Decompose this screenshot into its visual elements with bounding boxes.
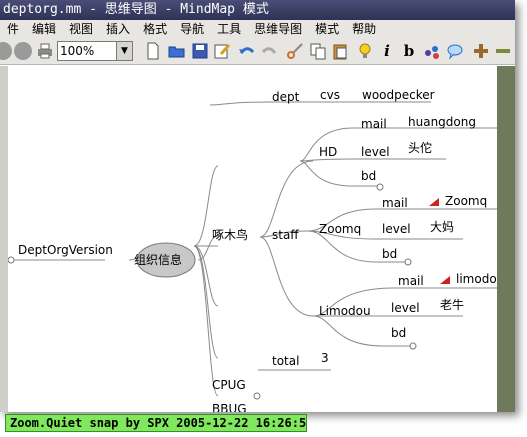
node-hd-level-value[interactable]: 头佗 [408, 141, 432, 155]
forward-icon[interactable] [14, 42, 32, 60]
lightbulb-icon[interactable] [356, 42, 374, 60]
cut-icon[interactable] [287, 42, 305, 60]
save-icon[interactable] [191, 42, 209, 60]
menu-edit[interactable]: 编辑 [25, 20, 62, 38]
node-hd-mail[interactable]: mail [361, 117, 387, 131]
node-limodou-level[interactable]: level [391, 301, 420, 315]
print-icon[interactable] [36, 42, 54, 60]
toolbar: 100% ▼ i b [0, 38, 515, 65]
chevron-down-icon[interactable]: ▼ [116, 42, 132, 60]
node-cvs-value[interactable]: woodpecker [362, 88, 435, 102]
comment-icon[interactable] [446, 42, 464, 60]
node-hd-bd[interactable]: bd [361, 169, 376, 183]
zoom-value: 100% [60, 44, 95, 58]
link-icon[interactable] [428, 197, 440, 207]
node-hd-mail-value[interactable]: huangdong [408, 115, 476, 129]
menu-bar: 件编辑 视图 插入 格式 导航 工具 思维导图 模式 帮助 [0, 20, 515, 38]
status-caption: Zoom.Quiet snap by SPX 2005-12-22 16:26:… [5, 414, 307, 432]
node-limodou-level-value[interactable]: 老牛 [440, 298, 464, 312]
node-cpug[interactable]: CPUG [212, 378, 246, 392]
menu-format[interactable]: 格式 [136, 20, 173, 38]
italic-icon[interactable]: i [378, 42, 396, 60]
edit-icon[interactable] [213, 42, 231, 60]
link-icon[interactable] [439, 275, 451, 285]
vertical-scrollbar[interactable] [497, 66, 515, 412]
node-staff[interactable]: staff [272, 228, 299, 242]
undo-icon[interactable] [238, 42, 256, 60]
node-zoomq[interactable]: Zoomq [319, 222, 361, 236]
bold-icon[interactable]: b [400, 42, 418, 60]
add-icon[interactable] [472, 42, 490, 60]
menu-mindmap[interactable]: 思维导图 [247, 20, 308, 38]
window-title: deptorg.mm - 思维导图 - MindMap 模式 [0, 0, 515, 20]
back-icon[interactable] [0, 42, 12, 60]
menu-tools[interactable]: 工具 [210, 20, 247, 38]
node-hd[interactable]: HD [319, 145, 337, 159]
node-total-value[interactable]: 3 [321, 351, 329, 365]
node-limodou-mail[interactable]: mail [398, 274, 424, 288]
new-file-icon[interactable] [144, 42, 162, 60]
remove-icon[interactable] [494, 42, 512, 60]
node-zoomq-level-value[interactable]: 大妈 [430, 220, 454, 234]
node-dept[interactable]: dept [272, 90, 299, 104]
cloud-icon[interactable] [423, 42, 441, 60]
node-woodpecker[interactable]: 啄木鸟 [212, 228, 248, 242]
node-zoomq-level[interactable]: level [382, 222, 411, 236]
menu-file[interactable]: 件 [0, 20, 25, 38]
node-hd-level[interactable]: level [361, 145, 390, 159]
redo-icon[interactable] [260, 42, 278, 60]
menu-navigate[interactable]: 导航 [173, 20, 210, 38]
node-zoomq-mail-value[interactable]: Zoomq [445, 194, 487, 208]
node-center[interactable]: 组织信息 [134, 253, 182, 267]
node-limodou[interactable]: Limodou [319, 304, 371, 318]
copy-icon[interactable] [309, 42, 327, 60]
node-root[interactable]: DeptOrgVersion [18, 243, 113, 257]
open-folder-icon[interactable] [168, 42, 186, 60]
node-limodou-bd[interactable]: bd [391, 326, 406, 340]
mindmap-canvas[interactable]: DeptOrgVersion 组织信息 啄木鸟 dept cvs woodpec… [0, 66, 515, 412]
node-zoomq-mail[interactable]: mail [382, 196, 408, 210]
app-window: deptorg.mm - 思维导图 - MindMap 模式 件编辑 视图 插入 格式… [0, 0, 515, 412]
node-total[interactable]: total [272, 354, 299, 368]
zoom-select[interactable]: 100% ▼ [57, 41, 133, 61]
node-bbug[interactable]: BBUG [212, 402, 247, 412]
paste-icon[interactable] [331, 42, 349, 60]
node-cvs[interactable]: cvs [320, 88, 340, 102]
node-zoomq-bd[interactable]: bd [382, 247, 397, 261]
menu-mode[interactable]: 模式 [308, 20, 345, 38]
menu-insert[interactable]: 插入 [99, 20, 136, 38]
menu-help[interactable]: 帮助 [345, 20, 382, 38]
menu-view[interactable]: 视图 [62, 20, 99, 38]
